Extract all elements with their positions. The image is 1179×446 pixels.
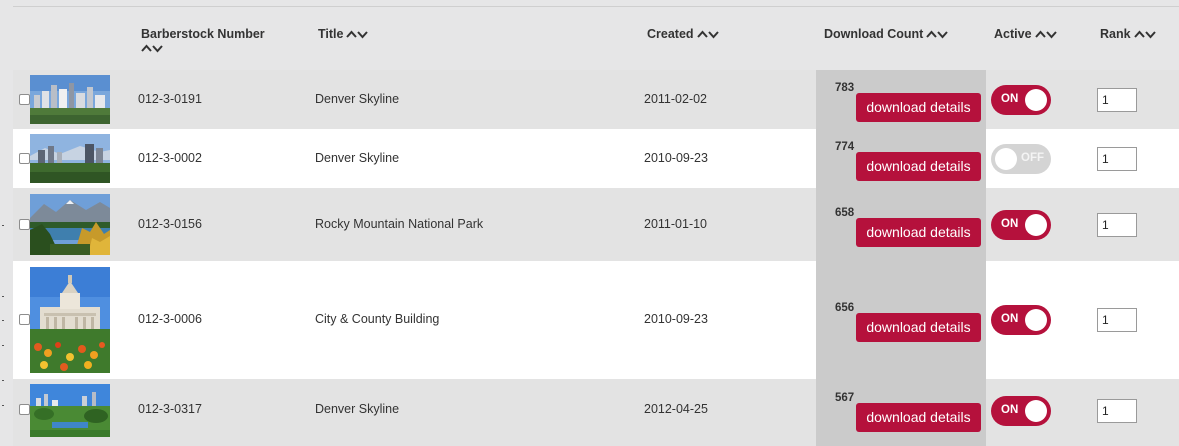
rank-input[interactable] (1097, 399, 1137, 423)
column-header-download-count[interactable]: Download Count (824, 27, 949, 41)
created-date: 2010-09-23 (644, 151, 708, 165)
active-toggle[interactable]: ON (991, 85, 1051, 115)
table-row: 012-3-0191 Denver Skyline 2011-02-02 783… (13, 70, 1179, 129)
table-row: 012-3-0156 Rocky Mountain National Park … (13, 188, 1179, 261)
skyline-park-thumbnail[interactable] (30, 384, 110, 437)
sort-arrows-icon[interactable] (696, 30, 719, 39)
column-header-label: Title (318, 27, 344, 41)
sort-arrows-icon[interactable] (346, 30, 369, 39)
toggle-knob (1025, 309, 1047, 331)
sort-arrows-icon[interactable] (141, 44, 265, 53)
row-select-checkbox[interactable] (19, 314, 30, 325)
download-count: 656 (835, 302, 855, 314)
row-select-checkbox[interactable] (19, 404, 30, 415)
column-header-barberstock-number[interactable]: Barberstock Number (141, 27, 265, 53)
download-count: 774 (835, 141, 855, 153)
created-date: 2011-01-10 (644, 217, 708, 231)
barberstock-number: 012-3-0006 (138, 312, 202, 326)
title: Denver Skyline (315, 151, 400, 165)
toggle-knob (995, 148, 1017, 170)
toggle-label: ON (1001, 218, 1019, 230)
toggle-label: ON (1001, 93, 1019, 105)
title: Denver Skyline (315, 402, 400, 416)
active-toggle[interactable]: ON (991, 210, 1051, 240)
download-count: 783 (835, 82, 855, 94)
column-header-rank[interactable]: Rank (1100, 27, 1156, 41)
skyline-thumbnail[interactable] (30, 75, 110, 124)
rank-input[interactable] (1097, 308, 1137, 332)
download-count: 567 (835, 392, 855, 404)
created-date: 2010-09-23 (644, 312, 708, 326)
title: Denver Skyline (315, 92, 400, 106)
capitol-building-thumbnail[interactable] (30, 267, 110, 373)
active-toggle[interactable]: ON (991, 396, 1051, 426)
sort-arrows-icon[interactable] (926, 30, 949, 39)
sort-arrows-icon[interactable] (1133, 30, 1156, 39)
active-toggle[interactable]: ON (991, 305, 1051, 335)
column-header-label: Download Count (824, 27, 924, 41)
table-row: 012-3-0006 City & County Building 2010-0… (13, 261, 1179, 379)
title: City & County Building (315, 312, 440, 326)
table-row: 012-3-0317 Denver Skyline 2012-04-25 567… (13, 379, 1179, 446)
mountain-lake-thumbnail[interactable] (30, 194, 110, 255)
skyline-thumbnail[interactable] (30, 134, 110, 183)
rank-input[interactable] (1097, 88, 1137, 112)
table-row: 012-3-0002 Denver Skyline 2010-09-23 774… (13, 129, 1179, 188)
sort-arrows-icon[interactable] (1034, 30, 1057, 39)
download-details-button[interactable]: download details (856, 152, 981, 181)
toggle-label: ON (1001, 313, 1019, 325)
download-details-button[interactable]: download details (856, 313, 981, 342)
toggle-knob (1025, 214, 1047, 236)
active-toggle[interactable]: OFF (991, 144, 1051, 174)
download-details-button[interactable]: download details (856, 218, 981, 247)
row-select-checkbox[interactable] (19, 94, 30, 105)
rank-input[interactable] (1097, 213, 1137, 237)
barberstock-number: 012-3-0156 (138, 217, 202, 231)
column-header-created[interactable]: Created (647, 27, 719, 41)
toggle-label: ON (1001, 404, 1019, 416)
column-header-label: Barberstock Number (141, 27, 265, 41)
toggle-knob (1025, 400, 1047, 422)
column-header-label: Created (647, 27, 694, 41)
barberstock-number: 012-3-0002 (138, 151, 202, 165)
created-date: 2012-04-25 (644, 402, 708, 416)
column-header-active[interactable]: Active (994, 27, 1057, 41)
row-select-checkbox[interactable] (19, 153, 30, 164)
download-details-button[interactable]: download details (856, 403, 981, 432)
title: Rocky Mountain National Park (315, 217, 484, 231)
column-header-label: Rank (1100, 27, 1131, 41)
column-header-title[interactable]: Title (318, 27, 369, 41)
toggle-label: OFF (1021, 152, 1044, 164)
barberstock-number: 012-3-0191 (138, 92, 202, 106)
created-date: 2011-02-02 (644, 92, 708, 106)
table-header: Barberstock Number Title Created Downloa… (0, 0, 1179, 70)
rank-input[interactable] (1097, 147, 1137, 171)
barberstock-number: 012-3-0317 (138, 402, 202, 416)
row-select-checkbox[interactable] (19, 219, 30, 230)
column-header-label: Active (994, 27, 1032, 41)
download-details-button[interactable]: download details (856, 93, 981, 122)
download-count: 658 (835, 207, 855, 219)
toggle-knob (1025, 89, 1047, 111)
